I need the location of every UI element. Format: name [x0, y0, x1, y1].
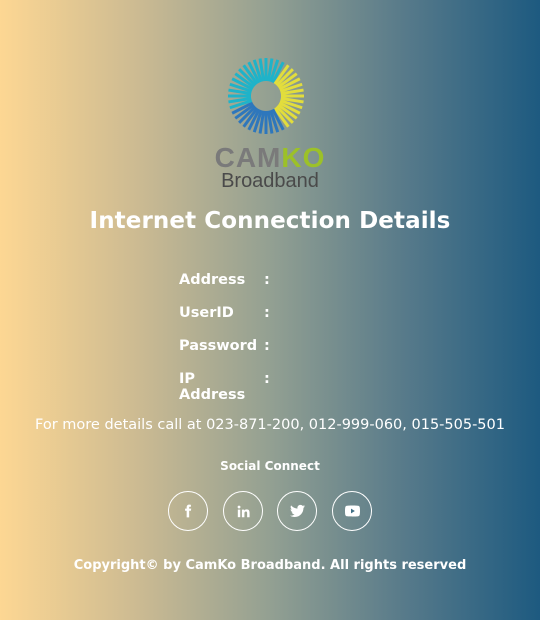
linkedin-icon: [237, 505, 250, 517]
detail-separator: :: [264, 305, 270, 321]
twitter-button[interactable]: [277, 491, 317, 531]
logo-text-ko: KO: [281, 142, 325, 173]
svg-text:CAMKO: CAMKO: [215, 142, 326, 173]
linkedin-button[interactable]: [223, 491, 263, 531]
youtube-button[interactable]: [332, 491, 372, 531]
contact-info: For more details call at 023-871-200, 01…: [35, 417, 505, 433]
detail-separator: :: [264, 338, 270, 354]
detail-separator: :: [264, 371, 270, 387]
detail-separator: :: [264, 272, 270, 288]
camko-logo-mark: CAMKO Broadband: [215, 58, 326, 190]
facebook-icon: [185, 504, 192, 518]
facebook-button[interactable]: [168, 491, 208, 531]
logo-sunburst-icon: [228, 58, 304, 134]
page-title: Internet Connection Details: [89, 208, 451, 234]
logo-text-cam: CAM: [215, 142, 282, 173]
youtube-icon: [344, 505, 360, 517]
logo-text-broadband: Broadband: [221, 170, 319, 190]
social-title: Social Connect: [220, 459, 320, 473]
detail-label: IP Address: [179, 371, 246, 403]
detail-label: Password: [179, 338, 258, 354]
detail-label: Address: [179, 272, 246, 288]
copyright-text: Copyright© by CamKo Broadband. All right…: [73, 558, 467, 573]
social-links: [168, 491, 378, 531]
twitter-icon: [289, 504, 305, 517]
brand-logo: CAMKO Broadband: [0, 56, 540, 190]
detail-label: UserID: [179, 305, 234, 321]
